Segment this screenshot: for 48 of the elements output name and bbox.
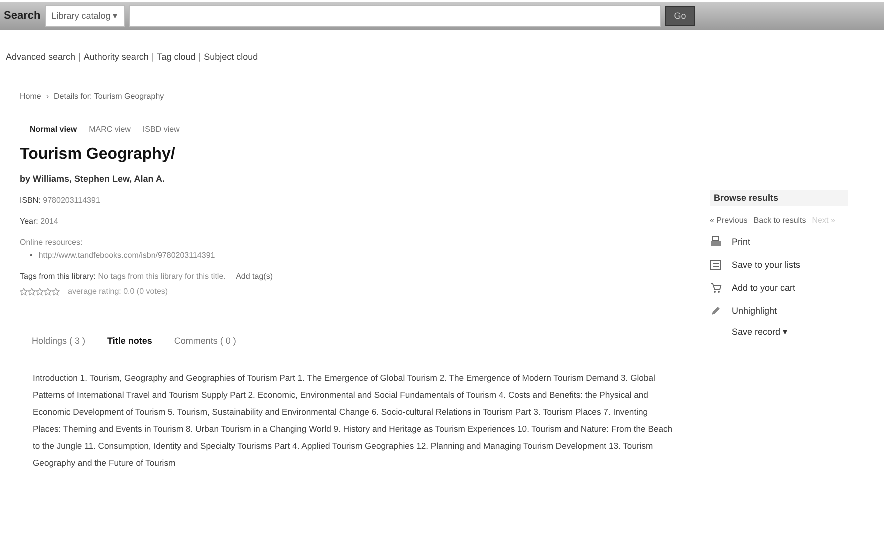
result-nav-link[interactable]: « Previous	[710, 216, 748, 225]
link-separator: |	[78, 52, 81, 62]
tab[interactable]: Comments ( 0 )	[174, 334, 236, 348]
action-link[interactable]: Unhighlight	[710, 305, 848, 317]
title-notes-text: Introduction 1. Tourism, Geography and Geographies of Tourism Part 1. The Emergence of Global Tourism 2. The Emergence of Modern Tourism Demand 3. Global Patterns of International Travel and Tourism Supply Part 2. Economic, Environmental and Social Fundamentals of Tourism 4. Costs and Benefits: the Physical and Economic Development of Tourism 5. Tourism, Sustainability and Environmental Change 6. Socio-cultural Relations in Tourism Part 3. Tourism Places 7. Inventing Places: Theming and Events in Tourism 8. Urban Tourism in a Changing World 9. History and Heritage as Tourism Experiences 10. Tourism and Nature: From the Beach to the Jungle 11. Consumption, Identity and Specialty Tourisms Part 4. Applied Tourism Geographies 12. Planning and Managing Tourism Development 13. Tourism Geography and the Future of Tourism	[33, 372, 674, 470]
cart-icon	[710, 282, 722, 294]
add-tag-link[interactable]: Add tag(s)	[236, 272, 273, 281]
search-label: Search	[4, 10, 41, 22]
action-link[interactable]: Add to your cart	[710, 282, 848, 294]
nav-link[interactable]: Subject cloud	[204, 52, 258, 62]
view-tab[interactable]: ISBD view	[142, 125, 180, 134]
author-link[interactable]: Williams, Stephen Lew, Alan A.	[33, 174, 165, 184]
online-resources-label: Online resources:	[20, 238, 84, 247]
star-rating[interactable]	[20, 288, 60, 296]
link-separator: |	[198, 52, 202, 62]
field-label: Year:	[20, 217, 38, 226]
tags-label: Tags from this library:	[20, 272, 96, 281]
tags-text: No tags from this library for this title.	[98, 272, 226, 281]
nav-link[interactable]: Tag cloud	[157, 52, 196, 62]
view-tab[interactable]: MARC view	[89, 125, 131, 134]
breadcrumb-link[interactable]: Home	[20, 92, 42, 101]
resource-link[interactable]: http://www.tandfebooks.com/isbn/9780203114391	[38, 251, 216, 260]
tab[interactable]: Title notes	[108, 334, 152, 348]
field-label: ISBN:	[20, 196, 41, 205]
field-value: 2014	[40, 217, 58, 226]
author-label: by	[20, 174, 31, 184]
action-link[interactable]: Print	[710, 236, 848, 248]
nav-link[interactable]: Advanced search	[6, 52, 76, 62]
nav-link[interactable]: Authority search	[84, 52, 149, 62]
bullet: •	[30, 251, 33, 260]
tab[interactable]: Holdings ( 3 )	[32, 334, 86, 348]
breadcrumb-separator: ›	[46, 92, 50, 101]
go-button[interactable]: Go	[665, 6, 696, 26]
list-icon	[710, 259, 722, 271]
search-field[interactable]	[129, 5, 662, 27]
pen-icon	[710, 305, 722, 317]
browse-results-header[interactable]: Browse results	[710, 190, 848, 206]
view-tab[interactable]: Normal view	[30, 125, 78, 134]
result-nav-link[interactable]: Back to results	[754, 216, 806, 225]
rating-text: average rating: 0.0 (0 votes)	[68, 287, 168, 296]
breadcrumb-link[interactable]: Details for: Tourism Geography	[54, 92, 164, 101]
save-record-dropdown[interactable]: Save record ▾	[732, 327, 788, 337]
printer-icon	[710, 236, 722, 248]
scope-dropdown[interactable]: Library catalog ▾	[44, 5, 126, 27]
field-value: 9780203114391	[43, 196, 100, 205]
link-separator: |	[152, 52, 154, 62]
record-title: Tourism Geography/	[20, 146, 176, 164]
action-link[interactable]: Save to your lists	[710, 259, 848, 271]
